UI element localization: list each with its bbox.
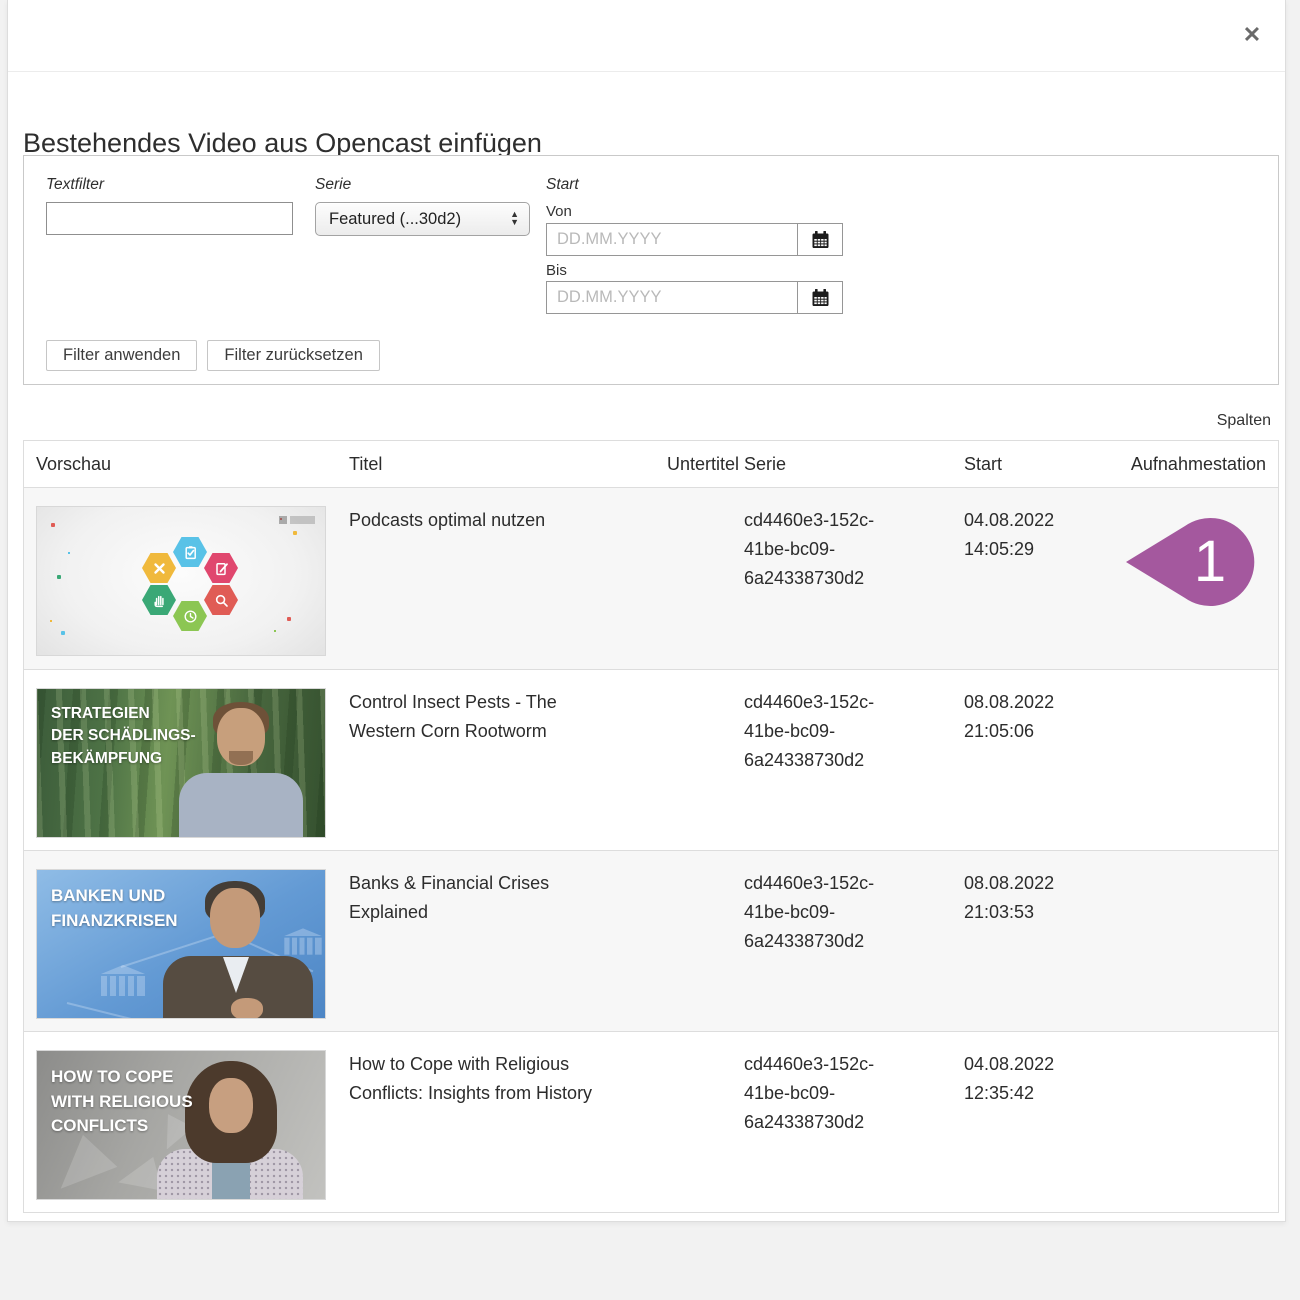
calendar-icon xyxy=(810,288,831,308)
close-button[interactable]: ✕ xyxy=(1237,20,1267,50)
arrow-down-icon: ▼ xyxy=(510,219,519,227)
hexagon-edit xyxy=(204,553,238,583)
annotation-number: 1 xyxy=(1194,529,1226,594)
column-header-serie: Serie xyxy=(739,454,957,475)
hexagon-search xyxy=(204,585,238,615)
video-title: Podcasts optimal nutzen xyxy=(349,506,649,535)
video-title: Control Insect Pests - The Western Corn … xyxy=(349,688,649,746)
column-header-start: Start xyxy=(957,454,1077,475)
calendar-icon xyxy=(810,230,831,250)
textfilter-label: Textfilter xyxy=(46,176,104,194)
von-date-input[interactable] xyxy=(546,223,798,256)
filter-panel: Textfilter Serie Featured (...30d2) ▲ ▼ … xyxy=(23,155,1279,385)
textfilter-input[interactable] xyxy=(46,202,293,235)
columns-link[interactable]: Spalten xyxy=(1217,412,1271,430)
video-thumbnail: STRATEGIEN DER SCHÄDLINGS- BEKÄMPFUNG xyxy=(36,688,326,838)
column-header-untertitel: Untertitel xyxy=(649,454,739,475)
apply-filter-button[interactable]: Filter anwenden xyxy=(46,340,197,371)
presenter-shirt xyxy=(179,773,303,838)
presenter-hands xyxy=(231,998,263,1019)
search-icon xyxy=(214,593,229,608)
opencast-insert-dialog: ✕ Bestehendes Video aus Opencast einfüge… xyxy=(7,0,1286,1222)
hexagon-checklist xyxy=(173,537,207,567)
von-calendar-button[interactable] xyxy=(797,223,843,256)
serie-label: Serie xyxy=(315,176,351,194)
video-start: 04.08.2022 12:35:42 xyxy=(957,1050,1077,1108)
serie-select-value: Featured (...30d2) xyxy=(329,210,510,229)
video-row[interactable]: BANKEN UND FINANZKRISEN Banks & Financia… xyxy=(24,850,1278,1031)
bis-label: Bis xyxy=(546,262,567,279)
video-serie: cd4460e3-152c-41be-bc09-6a24338730d2 xyxy=(739,506,957,593)
confetti-decoration xyxy=(51,523,55,527)
table-header-row: Vorschau Titel Untertitel Serie Start Au… xyxy=(24,441,1278,488)
video-serie: cd4460e3-152c-41be-bc09-6a24338730d2 xyxy=(739,869,957,956)
network-line xyxy=(67,1002,155,1019)
dialog-header: ✕ xyxy=(8,0,1285,72)
reset-filter-button[interactable]: Filter zurücksetzen xyxy=(207,340,379,371)
thumbnail-caption: STRATEGIEN DER SCHÄDLINGS- BEKÄMPFUNG xyxy=(51,703,196,770)
column-header-vorschau: Vorschau xyxy=(36,454,349,475)
start-label: Start xyxy=(546,176,579,194)
hand-icon xyxy=(152,593,167,608)
video-title: Banks & Financial Crises Explained xyxy=(349,869,649,927)
presenter-beard xyxy=(229,751,253,765)
thumbnail-caption: BANKEN UND FINANZKRISEN xyxy=(51,884,178,933)
close-icon: ✕ xyxy=(1243,22,1261,48)
hexagon-x xyxy=(142,553,176,583)
thumbnail-caption: HOW TO COPE WITH RELIGIOUS CONFLICTS xyxy=(51,1065,193,1139)
hexagon-hand xyxy=(142,585,176,615)
video-row[interactable]: Podcasts optimal nutzen cd4460e3-152c-41… xyxy=(24,488,1278,669)
select-arrows-icon: ▲ ▼ xyxy=(510,211,519,226)
video-start: 08.08.2022 21:03:53 xyxy=(957,869,1077,927)
video-title: How to Cope with Religious Conflicts: In… xyxy=(349,1050,649,1108)
annotation-marker-1: 1 xyxy=(1122,514,1258,610)
video-start: 08.08.2022 21:05:06 xyxy=(957,688,1077,746)
column-header-aufnahmestation: Aufnahmestation xyxy=(1077,454,1266,475)
bis-calendar-button[interactable] xyxy=(797,281,843,314)
checklist-icon xyxy=(183,545,198,560)
column-header-titel: Titel xyxy=(349,454,649,475)
hexagon-cluster xyxy=(140,537,240,633)
von-label: Von xyxy=(546,203,572,220)
presenter-face xyxy=(209,1078,253,1133)
video-thumbnail: BANKEN UND FINANZKRISEN xyxy=(36,869,326,1019)
edit-icon xyxy=(214,561,229,576)
video-row[interactable]: STRATEGIEN DER SCHÄDLINGS- BEKÄMPFUNG Co… xyxy=(24,669,1278,850)
bis-date-input[interactable] xyxy=(546,281,798,314)
video-thumbnail xyxy=(36,506,326,656)
hexagon-clock xyxy=(173,601,207,631)
video-row[interactable]: HOW TO COPE WITH RELIGIOUS CONFLICTS How… xyxy=(24,1031,1278,1212)
serie-select[interactable]: Featured (...30d2) ▲ ▼ xyxy=(315,202,530,236)
university-logo xyxy=(279,516,315,524)
video-start: 04.08.2022 14:05:29 xyxy=(957,506,1077,564)
clock-icon xyxy=(183,609,198,624)
video-serie: cd4460e3-152c-41be-bc09-6a24338730d2 xyxy=(739,1050,957,1137)
video-table: Vorschau Titel Untertitel Serie Start Au… xyxy=(23,440,1279,1213)
video-thumbnail: HOW TO COPE WITH RELIGIOUS CONFLICTS xyxy=(36,1050,326,1200)
video-serie: cd4460e3-152c-41be-bc09-6a24338730d2 xyxy=(739,688,957,775)
x-icon xyxy=(152,561,167,576)
bank-building-icon xyxy=(284,928,321,954)
presenter-face xyxy=(210,888,260,948)
bank-building-icon xyxy=(101,965,145,996)
